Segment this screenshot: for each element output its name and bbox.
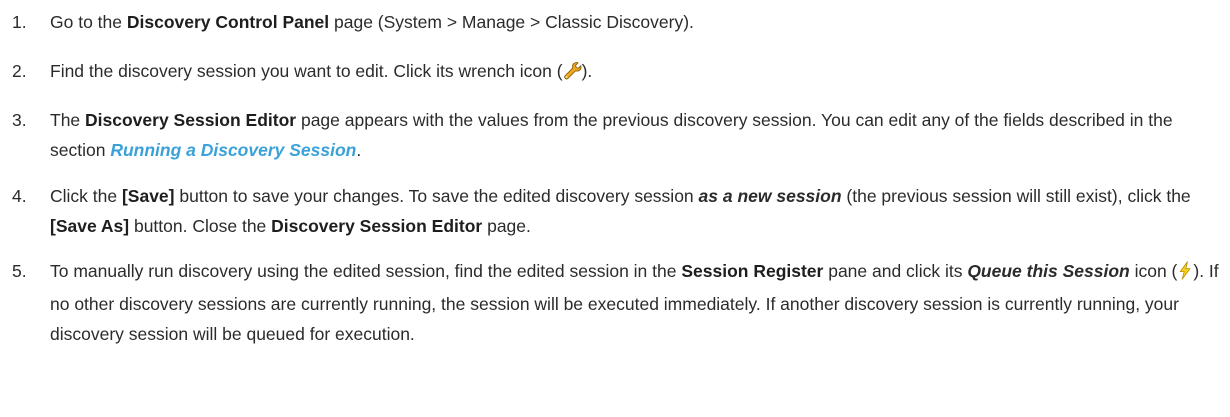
step-number: 2.	[12, 61, 27, 81]
step-text: Click the [Save] button to save your cha…	[50, 181, 1222, 241]
discovery-control-panel-label: Discovery Control Panel	[126, 12, 330, 32]
text-run: ).	[581, 61, 593, 81]
step-text: Find the discovery session you want to e…	[50, 56, 1222, 89]
text-run: pane and click its	[823, 261, 968, 281]
step-number: 1.	[12, 12, 27, 32]
text-run: page (System > Manage > Classic Discover…	[329, 12, 694, 32]
session-register-label: Session Register	[681, 261, 824, 281]
step-number: 3.	[12, 110, 27, 130]
lightning-icon	[1177, 259, 1193, 289]
save-as-label: [Save As]	[50, 216, 130, 236]
text-run: (the previous session will still exist),…	[841, 186, 1191, 206]
save-label: [Save]	[121, 186, 175, 206]
text-run: The	[50, 110, 86, 130]
discovery-session-editor-label: Discovery Session Editor	[271, 216, 483, 236]
text-run: button. Close the	[129, 216, 272, 236]
step-number: 4.	[12, 186, 27, 206]
step-number: 5.	[12, 261, 27, 281]
text-run: icon (	[1129, 261, 1178, 281]
discovery-session-editor-label: Discovery Session Editor	[85, 110, 297, 130]
step-text: Go to the Discovery Control Panel page (…	[50, 7, 1222, 37]
text-run: Go to the	[50, 12, 127, 32]
text-run: To manually run discovery using the edit…	[50, 261, 682, 281]
running-a-discovery-session-link[interactable]: Running a Discovery Session	[110, 140, 356, 160]
text-run: Click the	[50, 186, 122, 206]
queue-this-session-emphasis: Queue this Session	[967, 261, 1130, 281]
text-run: Find the discovery session you want to e…	[50, 61, 563, 81]
as-a-new-session-emphasis: as a new session	[698, 186, 842, 206]
text-run: button to save your changes. To save the…	[174, 186, 699, 206]
step-text: The Discovery Session Editor page appear…	[50, 105, 1222, 165]
text-run: page.	[482, 216, 531, 236]
text-run: .	[356, 140, 362, 160]
wrench-icon	[563, 59, 582, 89]
step-text: To manually run discovery using the edit…	[50, 256, 1222, 349]
